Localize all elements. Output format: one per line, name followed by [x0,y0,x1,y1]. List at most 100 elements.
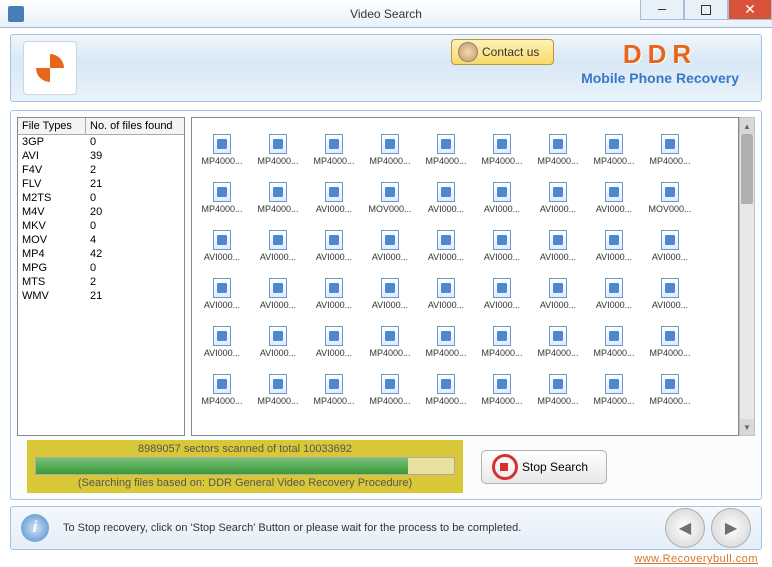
stop-search-button[interactable]: Stop Search [481,450,607,484]
file-item[interactable]: MOV000... [362,166,418,214]
file-item[interactable]: AVI000... [418,214,474,262]
file-item[interactable]: MP4000... [362,118,418,166]
file-item[interactable]: MP4000... [362,310,418,358]
file-item[interactable]: AVI000... [306,166,362,214]
file-item[interactable]: MP4000... [194,166,250,214]
file-item[interactable]: AVI000... [306,310,362,358]
file-item[interactable]: AVI000... [530,166,586,214]
file-item[interactable]: AVI000... [474,262,530,310]
table-row[interactable]: MTS2 [18,275,184,289]
table-row[interactable]: MKV0 [18,219,184,233]
file-item[interactable]: MP4000... [474,358,530,406]
col-count[interactable]: No. of files found [86,118,184,134]
file-item[interactable]: AVI000... [362,214,418,262]
contact-us-button[interactable]: Contact us [451,39,554,65]
scroll-thumb[interactable] [741,134,753,204]
file-item[interactable]: MP4000... [586,358,642,406]
col-filetypes[interactable]: File Types [18,118,86,134]
file-item[interactable]: MP4000... [530,358,586,406]
file-item[interactable]: AVI000... [642,262,698,310]
file-item[interactable]: MOV000... [642,166,698,214]
file-item[interactable]: AVI000... [418,166,474,214]
close-button[interactable]: ✕ [728,0,772,20]
chevron-left-icon: ◀ [679,518,691,538]
file-item[interactable]: MP4000... [418,118,474,166]
file-item[interactable]: AVI000... [530,214,586,262]
table-row[interactable]: AVI39 [18,149,184,163]
video-file-icon [605,278,623,298]
file-item[interactable]: MP4000... [642,118,698,166]
file-item[interactable]: MP4000... [530,118,586,166]
file-item[interactable]: MP4000... [586,310,642,358]
watermark-link[interactable]: www.Recoverybull.com [634,553,758,565]
table-row[interactable]: 3GP0 [18,135,184,149]
file-item[interactable]: AVI000... [586,262,642,310]
table-row[interactable]: FLV21 [18,177,184,191]
video-file-icon [381,134,399,154]
footer-hint: To Stop recovery, click on 'Stop Search'… [63,522,521,534]
file-item[interactable]: MP4000... [250,358,306,406]
file-item[interactable]: AVI000... [642,214,698,262]
file-item[interactable]: MP4000... [306,118,362,166]
table-row[interactable]: M4V20 [18,205,184,219]
file-item[interactable]: MP4000... [474,118,530,166]
video-file-icon [437,278,455,298]
file-item[interactable]: AVI000... [194,262,250,310]
video-file-icon [213,278,231,298]
file-item[interactable]: AVI000... [586,166,642,214]
header-banner: Contact us DDR Mobile Phone Recovery [10,34,762,102]
table-row[interactable]: WMV21 [18,289,184,303]
file-item[interactable]: AVI000... [250,214,306,262]
table-row[interactable]: M2TS0 [18,191,184,205]
scroll-up-icon[interactable]: ▲ [740,118,754,134]
file-item[interactable]: MP4000... [306,358,362,406]
file-item[interactable]: AVI000... [474,166,530,214]
file-item[interactable]: AVI000... [418,262,474,310]
video-file-icon [269,374,287,394]
files-scrollbar[interactable]: ▲ ▼ [739,117,755,436]
video-file-icon [381,182,399,202]
file-item[interactable]: AVI000... [530,262,586,310]
file-item[interactable]: MP4000... [474,310,530,358]
video-file-icon [549,230,567,250]
video-file-icon [661,182,679,202]
minimize-button[interactable] [640,0,684,20]
maximize-button[interactable] [684,0,728,20]
video-file-icon [213,134,231,154]
video-file-icon [605,182,623,202]
file-item[interactable]: AVI000... [474,214,530,262]
file-item[interactable]: AVI000... [362,262,418,310]
video-file-icon [213,326,231,346]
file-item[interactable]: MP4000... [642,310,698,358]
prev-button[interactable]: ◀ [665,508,705,548]
file-item[interactable]: AVI000... [306,214,362,262]
file-item[interactable]: MP4000... [194,118,250,166]
file-item[interactable]: AVI000... [194,214,250,262]
file-item[interactable]: MP4000... [250,166,306,214]
file-item[interactable]: MP4000... [642,358,698,406]
file-item[interactable]: AVI000... [250,262,306,310]
progress-status: 8989057 sectors scanned of total 1003369… [35,443,455,455]
video-file-icon [493,134,511,154]
file-item[interactable]: AVI000... [306,262,362,310]
file-item[interactable]: AVI000... [194,310,250,358]
file-item[interactable]: MP4000... [194,358,250,406]
video-file-icon [325,134,343,154]
table-row[interactable]: F4V2 [18,163,184,177]
file-item[interactable]: AVI000... [586,214,642,262]
table-row[interactable]: MOV4 [18,233,184,247]
file-item[interactable]: MP4000... [586,118,642,166]
file-item[interactable]: MP4000... [250,118,306,166]
file-item[interactable]: AVI000... [250,310,306,358]
file-item[interactable]: MP4000... [418,358,474,406]
table-row[interactable]: MPG0 [18,261,184,275]
file-item[interactable]: MP4000... [362,358,418,406]
file-item[interactable]: MP4000... [418,310,474,358]
next-button[interactable]: ▶ [711,508,751,548]
scroll-down-icon[interactable]: ▼ [740,419,754,435]
table-row[interactable]: MP442 [18,247,184,261]
video-file-icon [549,374,567,394]
video-file-icon [661,134,679,154]
file-item[interactable]: MP4000... [530,310,586,358]
video-file-icon [437,134,455,154]
